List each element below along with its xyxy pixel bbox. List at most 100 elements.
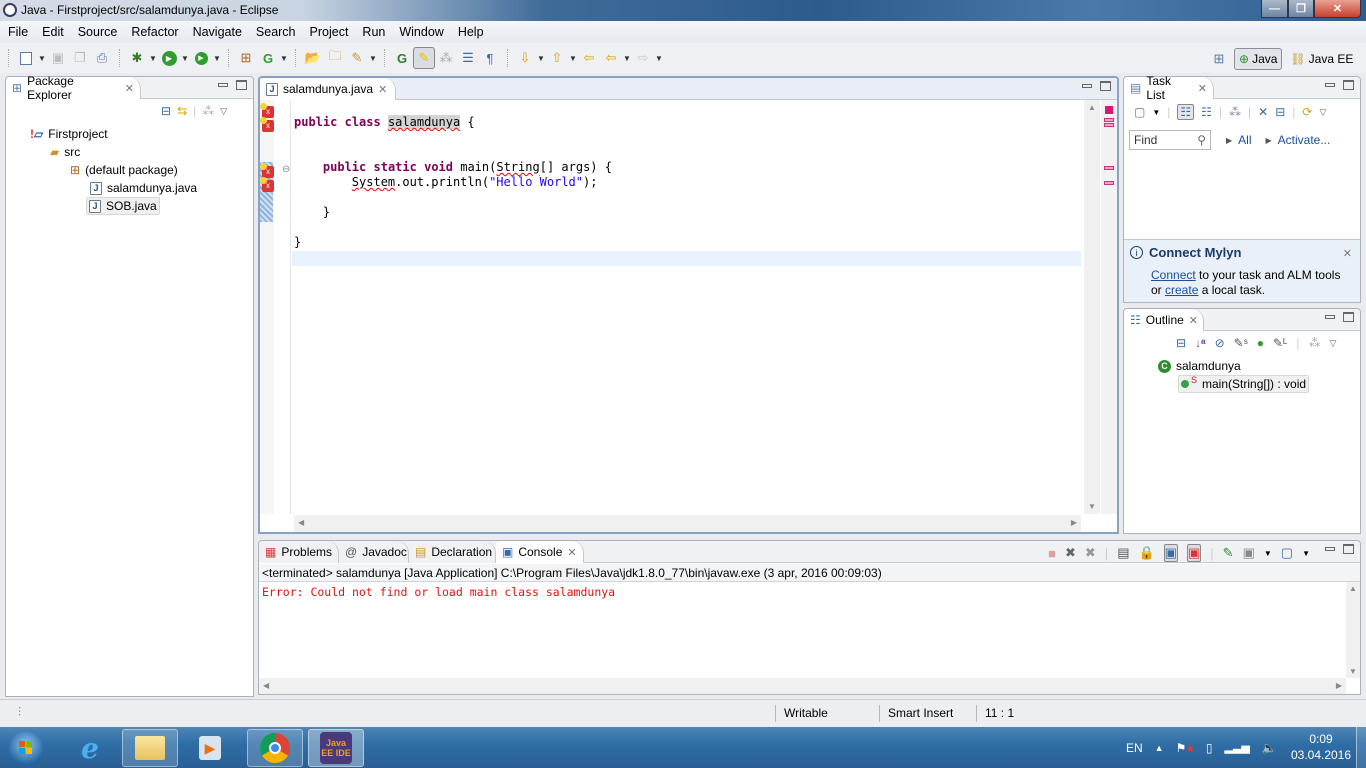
- editor-vertical-scrollbar[interactable]: ▲ ▼: [1084, 100, 1100, 514]
- open-console-icon[interactable]: ▢: [1281, 545, 1293, 561]
- network-signal-icon[interactable]: ▂▃▅: [1225, 741, 1250, 754]
- terminate-icon[interactable]: ■: [1048, 546, 1056, 561]
- tree-item-sob-java[interactable]: J SOB.java: [86, 197, 160, 215]
- code-line[interactable]: }: [294, 235, 301, 250]
- scroll-lock-icon[interactable]: 🔒: [1138, 545, 1154, 561]
- save-all-icon[interactable]: ❐: [69, 47, 91, 69]
- language-indicator[interactable]: EN: [1126, 741, 1143, 755]
- hide-completed-icon[interactable]: ⁂: [1229, 105, 1241, 119]
- hide-non-public-icon[interactable]: ●: [1257, 336, 1264, 350]
- open-task-icon[interactable]: 🗀: [324, 47, 346, 69]
- open-console-dropdown-icon[interactable]: ▼: [1302, 549, 1310, 558]
- show-whitespace-icon[interactable]: ☰: [457, 47, 479, 69]
- new-wizard-icon[interactable]: [15, 47, 37, 69]
- console-horizontal-scrollbar[interactable]: ◀ ▶: [259, 678, 1346, 694]
- maximize-view-icon[interactable]: [1343, 544, 1354, 554]
- code-line[interactable]: public class salamdunya {: [294, 115, 475, 130]
- toggle-block-selection-icon[interactable]: ⁂: [435, 47, 457, 69]
- menu-help[interactable]: Help: [451, 25, 491, 39]
- save-icon[interactable]: ▣: [47, 47, 69, 69]
- new-class-dropdown-icon[interactable]: ▼: [279, 54, 289, 63]
- show-on-stderr-icon[interactable]: ▣: [1186, 544, 1202, 562]
- external-tools-dropdown-icon[interactable]: ▼: [212, 54, 222, 63]
- tab-console[interactable]: ▣ Console ✕: [496, 541, 584, 563]
- volume-icon[interactable]: 🔈: [1262, 741, 1277, 755]
- menu-edit[interactable]: Edit: [35, 25, 71, 39]
- close-icon[interactable]: ✕: [1198, 82, 1207, 95]
- clear-console-icon[interactable]: ▤: [1117, 545, 1129, 561]
- tree-item-firstproject[interactable]: !▱ Firstproject: [28, 125, 110, 143]
- minimize-view-icon[interactable]: [1082, 84, 1092, 88]
- outline-item-salamdunya[interactable]: C salamdunya: [1156, 357, 1243, 375]
- last-edit-location-icon[interactable]: ⇦: [578, 47, 600, 69]
- collapse-all-icon[interactable]: ⊟: [1176, 336, 1186, 350]
- scroll-left-icon[interactable]: ◀: [263, 681, 269, 690]
- console-vertical-scrollbar[interactable]: ▲ ▼: [1346, 582, 1360, 678]
- code-editor[interactable]: public class salamdunya { public static …: [292, 100, 1081, 514]
- tab-problems[interactable]: ▦ Problems: [259, 541, 339, 563]
- next-annotation-icon[interactable]: ⇩: [514, 47, 536, 69]
- menu-navigate[interactable]: Navigate: [186, 25, 249, 39]
- clock[interactable]: 0:09 03.04.2016: [1290, 731, 1352, 763]
- error-quickfix-icon[interactable]: x: [260, 117, 274, 132]
- close-icon[interactable]: ✕: [378, 83, 387, 96]
- tab-outline[interactable]: ☷ Outline ✕: [1124, 309, 1204, 331]
- search-dropdown-icon[interactable]: ▼: [368, 54, 378, 63]
- run-external-tools-icon[interactable]: ▶: [190, 47, 212, 69]
- show-hidden-icons[interactable]: ▲: [1155, 743, 1164, 753]
- connect-link[interactable]: Connect: [1151, 268, 1196, 282]
- minimize-view-icon[interactable]: [1325, 83, 1335, 87]
- scroll-up-icon[interactable]: ▲: [1088, 103, 1096, 112]
- link-with-editor-icon[interactable]: ⇆: [177, 104, 187, 118]
- action-center-flag-icon[interactable]: ⚑✖: [1176, 741, 1194, 755]
- tab-javadoc[interactable]: @ Javadoc: [339, 541, 409, 563]
- hide-local-types-icon[interactable]: ✎ᴸ: [1273, 336, 1287, 350]
- focus-on-workweek-icon[interactable]: ✕: [1258, 105, 1268, 119]
- perspective-java[interactable]: ⊕ Java: [1234, 48, 1283, 70]
- hide-fields-icon[interactable]: ⊘: [1215, 336, 1225, 350]
- menu-project[interactable]: Project: [303, 25, 356, 39]
- menu-run[interactable]: Run: [355, 25, 392, 39]
- next-annotation-dropdown-icon[interactable]: ▼: [536, 54, 546, 63]
- error-marker[interactable]: [1104, 181, 1114, 185]
- debug-dropdown-icon[interactable]: ▼: [148, 54, 158, 63]
- menu-refactor[interactable]: Refactor: [124, 25, 185, 39]
- tab-declaration[interactable]: ▤ Declaration: [409, 541, 496, 563]
- all-link[interactable]: All: [1238, 133, 1251, 147]
- search-icon[interactable]: ✎: [346, 47, 368, 69]
- tab-package-explorer[interactable]: ⊞ Package Explorer ✕: [6, 74, 141, 102]
- taskbar-java-ee-ide[interactable]: Java EE IDE: [308, 729, 364, 767]
- scroll-up-icon[interactable]: ▲: [1349, 584, 1357, 593]
- display-console-icon[interactable]: ▣: [1243, 545, 1255, 561]
- new-dropdown-icon[interactable]: ▼: [37, 54, 47, 63]
- scroll-down-icon[interactable]: ▼: [1088, 502, 1096, 511]
- error-summary-icon[interactable]: [1105, 106, 1113, 114]
- new-java-class-icon[interactable]: G: [257, 47, 279, 69]
- outline-item-main[interactable]: S main(String[]) : void: [1178, 375, 1310, 393]
- toolbar-grip[interactable]: [8, 49, 9, 67]
- new-task-dropdown-icon[interactable]: ▼: [1152, 108, 1160, 117]
- tab-task-list[interactable]: ▤ Task List ✕: [1124, 74, 1214, 102]
- new-task-icon[interactable]: ▢: [1134, 105, 1145, 119]
- minimize-view-icon[interactable]: [1325, 547, 1335, 551]
- view-menu-icon[interactable]: ▽: [1329, 338, 1336, 349]
- run-dropdown-icon[interactable]: ▼: [180, 54, 190, 63]
- open-type-icon[interactable]: 📂: [302, 47, 324, 69]
- sort-icon[interactable]: ↓ᵃ: [1195, 336, 1206, 350]
- pin-console-icon[interactable]: ✎: [1223, 545, 1234, 561]
- start-button[interactable]: [4, 729, 48, 767]
- collapse-all-icon[interactable]: ⊟: [161, 104, 171, 118]
- view-menu-icon[interactable]: ▽: [220, 106, 227, 117]
- collapse-all-icon[interactable]: ⊟: [1275, 105, 1285, 119]
- remove-all-terminated-icon[interactable]: ✖: [1085, 545, 1096, 561]
- code-line[interactable]: System.out.println("Hello World");: [294, 175, 598, 190]
- task-find-input[interactable]: Find ⚲: [1129, 130, 1211, 150]
- editor-horizontal-scrollbar[interactable]: ◀ ▶: [294, 515, 1081, 532]
- debug-icon[interactable]: ✱: [126, 47, 148, 69]
- new-java-package-icon[interactable]: ⊞: [235, 47, 257, 69]
- maximize-view-icon[interactable]: [1343, 80, 1354, 90]
- code-line[interactable]: public static void main(String[] args) {: [294, 160, 612, 175]
- taskbar-media-player[interactable]: ▶: [182, 729, 238, 767]
- activate-link[interactable]: Activate...: [1278, 133, 1331, 147]
- previous-annotation-icon[interactable]: ⇧: [546, 47, 568, 69]
